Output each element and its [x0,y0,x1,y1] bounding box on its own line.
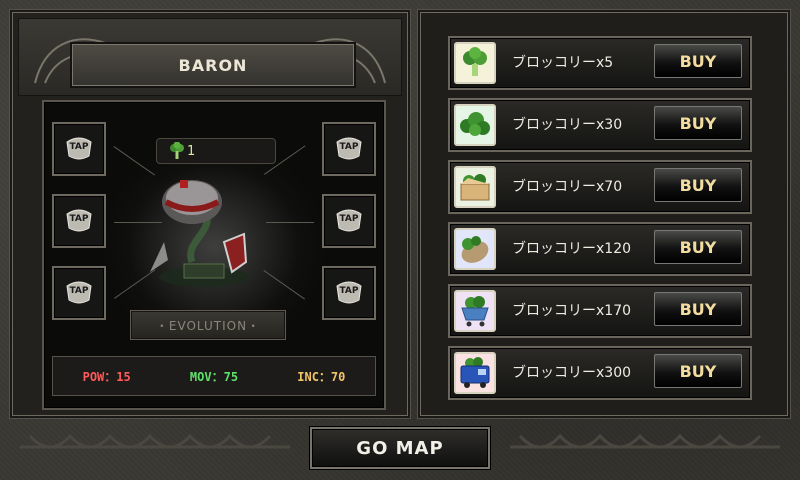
stat-pow: POW：15 [82,369,131,384]
character-stage: TAP TAP TAP TAP TAP TAP 1 ・EVOLUTION・ PO… [42,100,386,410]
broccoli-sack-icon [454,228,496,270]
tap-label: TAP [339,286,359,296]
tap-label: TAP [339,142,359,152]
character-sprite [150,180,249,287]
character-name: BARON [178,55,248,75]
bottom-ornament-right [510,433,780,449]
buy-button[interactable]: BUY [654,44,742,78]
tap-slot-left-1[interactable]: TAP [52,122,106,176]
broccoli-box-icon [454,166,496,208]
tap-slot-left-2[interactable]: TAP [52,194,106,248]
tap-slot-left-3[interactable]: TAP [52,266,106,320]
broccoli-count: 1 [187,143,196,159]
shop-row: ブロッコリーx5 BUY [448,36,752,90]
tap-label: TAP [69,214,89,224]
go-map-button[interactable]: GO MAP [310,427,490,469]
stat-inc: INC：70 [297,369,346,384]
tap-slot-right-1[interactable]: TAP [322,122,376,176]
shop-row: ブロッコリーx30 BUY [448,98,752,152]
shop-row: ブロッコリーx300 BUY [448,346,752,400]
item-label: ブロッコリーx300 [512,365,632,381]
item-label: ブロッコリーx170 [512,303,632,319]
broccoli-icon [170,142,184,159]
tap-label: TAP [339,214,359,224]
tap-slot-right-3[interactable]: TAP [322,266,376,320]
character-name-plate: BARON [70,42,356,88]
shop-row: ブロッコリーx170 BUY [448,284,752,338]
buy-button[interactable]: BUY [654,292,742,326]
shop-row: ブロッコリーx70 BUY [448,160,752,214]
evolution-button[interactable]: ・EVOLUTION・ [130,310,286,340]
stats-bar: POW：15 MOV：75 INC：70 [52,356,376,396]
broccoli-bunch-icon [454,104,496,146]
character-panel: BARON TAP TAP TAP TAP TAP TAP 1 ・EVOLUTI… [10,10,410,418]
tap-label: TAP [69,286,89,296]
item-label: ブロッコリーx120 [512,241,632,257]
item-label: ブロッコリーx70 [512,179,623,195]
buy-button[interactable]: BUY [654,230,742,264]
broccoli-truck-icon [454,352,496,394]
shop-row: ブロッコリーx120 BUY [448,222,752,276]
stat-mov: MOV：75 [189,369,239,384]
shop-panel: ブロッコリーx5 BUY ブロッコリーx30 BUY ブロッコリーx70 BUY… [418,10,790,418]
item-label: ブロッコリーx30 [512,117,623,133]
broccoli-counter: 1 [156,138,276,164]
tap-slot-right-2[interactable]: TAP [322,194,376,248]
buy-button[interactable]: BUY [654,106,742,140]
broccoli-single-icon [454,42,496,84]
item-label: ブロッコリーx5 [512,55,614,71]
buy-button[interactable]: BUY [654,354,742,388]
broccoli-cart-icon [454,290,496,332]
tap-label: TAP [69,142,89,152]
buy-button[interactable]: BUY [654,168,742,202]
bottom-ornament-left [20,433,290,449]
